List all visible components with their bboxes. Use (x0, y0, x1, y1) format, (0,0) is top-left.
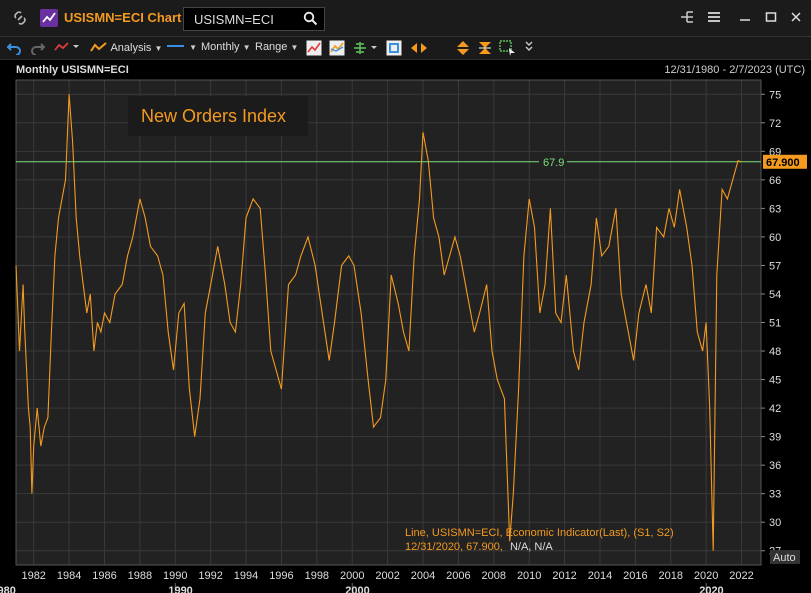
y-tick-label: 51 (769, 318, 781, 330)
search-input[interactable]: USISMN=ECI (194, 12, 274, 27)
search-box[interactable]: USISMN=ECI (183, 7, 325, 31)
x-axis-decade-labels: 1980 1990 2000 2020 (0, 583, 724, 593)
y-tick-label: 45 (769, 375, 781, 387)
x-tick-label: 1998 (305, 570, 329, 582)
y-tick-label: 39 (769, 432, 781, 444)
window-title: USISMN=ECI Chart (64, 10, 182, 25)
interval-dropdown[interactable]: Monthly ▼ (201, 41, 251, 53)
decade-label: 1980 (0, 585, 16, 593)
x-tick-label: 2002 (375, 570, 399, 582)
decade-label: 1990 (168, 585, 192, 593)
search-icon[interactable] (303, 11, 318, 31)
x-tick-label: 2008 (482, 570, 506, 582)
y-tick-label: 36 (769, 460, 781, 472)
x-tick-label: 2004 (411, 570, 435, 582)
line-tool-dropdown[interactable]: ▼ (166, 41, 197, 54)
chart-title: New Orders Index (141, 106, 286, 126)
decade-label: 2000 (345, 585, 369, 593)
chart-svg[interactable]: 67.9 New Orders Index 273033363942454851… (0, 60, 811, 593)
decade-label: 2020 (699, 585, 723, 593)
y-tick-label: 57 (769, 260, 781, 272)
chevron-down-icon: ▼ (290, 43, 299, 52)
more-options-icon[interactable] (524, 39, 534, 56)
minimize-icon[interactable] (738, 9, 752, 28)
y-tick-label: 66 (769, 175, 781, 187)
redo-icon[interactable] (30, 41, 46, 58)
chevron-down-icon: ▼ (189, 43, 197, 52)
auto-scale-label: Auto (773, 552, 796, 564)
data-window-icon[interactable] (386, 40, 402, 59)
analysis-label: Analysis (110, 42, 152, 54)
x-tick-label: 2012 (552, 570, 576, 582)
scroll-left-right-icon[interactable] (410, 40, 428, 59)
legend-na: N/A, N/A (510, 541, 553, 553)
y-tick-label: 54 (769, 289, 781, 301)
chart-type-icon[interactable] (306, 40, 322, 59)
tree-icon[interactable] (679, 9, 695, 28)
x-tick-label: 2014 (588, 570, 612, 582)
y-tick-label: 63 (769, 203, 781, 215)
overlay-icon[interactable] (329, 40, 345, 59)
y-tick-label: 30 (769, 517, 781, 529)
range-dropdown[interactable]: Range ▼ (255, 41, 298, 53)
reference-line-label: 67.9 (543, 157, 564, 169)
x-tick-label: 1990 (163, 570, 187, 582)
line-style-icon[interactable] (54, 41, 80, 56)
x-tick-label: 2000 (340, 570, 364, 582)
legend-values: 12/31/2020, 67.900, (405, 541, 503, 553)
x-tick-label: 1982 (21, 570, 45, 582)
maximize-icon[interactable] (764, 9, 778, 28)
x-tick-label: 1988 (128, 570, 152, 582)
x-tick-label: 2016 (623, 570, 647, 582)
undo-icon[interactable] (6, 41, 22, 58)
x-tick-label: 2020 (694, 570, 718, 582)
y-tick-label: 75 (769, 89, 781, 101)
x-tick-label: 2022 (729, 570, 753, 582)
link-icon[interactable] (12, 10, 28, 26)
x-tick-label: 1986 (92, 570, 116, 582)
chart-app-icon (40, 9, 58, 27)
zoom-fit-icon[interactable] (477, 40, 493, 59)
chart-area: Monthly USISMN=ECI 12/31/1980 - 2/7/2023… (0, 60, 811, 593)
y-tick-label: 48 (769, 346, 781, 358)
y-tick-label: 72 (769, 118, 781, 130)
x-tick-label: 1992 (198, 570, 222, 582)
interval-label: Monthly (201, 41, 240, 53)
zoom-vertical-icon[interactable] (455, 40, 471, 59)
x-tick-label: 1994 (234, 570, 258, 582)
close-icon[interactable] (789, 9, 803, 28)
analysis-dropdown[interactable]: Analysis ▼ (90, 41, 162, 56)
x-tick-label: 2006 (446, 570, 470, 582)
chart-toolbar: Analysis ▼ ▼ Monthly ▼ Range ▼ (0, 37, 811, 60)
x-tick-label: 1984 (57, 570, 81, 582)
x-tick-label: 1996 (269, 570, 293, 582)
x-tick-label: 2018 (659, 570, 683, 582)
y-tick-label: 42 (769, 403, 781, 415)
select-tool-icon[interactable] (499, 40, 517, 59)
legend-line-2: 12/31/2020, 67.900, N/A, N/A (405, 541, 553, 553)
range-label: Range (255, 41, 288, 53)
y-tick-label: 33 (769, 489, 781, 501)
chevron-down-icon: ▼ (154, 44, 163, 53)
crosshair-icon[interactable] (352, 40, 378, 59)
menu-icon[interactable] (706, 9, 722, 28)
x-axis-ticks: 1982 1984 1986 1988 1990 1992 1994 1996 1998 2000… (21, 570, 753, 582)
title-bar: USISMN=ECI Chart USISMN=ECI (0, 0, 811, 37)
legend-line-1: Line, USISMN=ECI, Economic Indicator(Las… (405, 527, 674, 539)
y-tick-label: 60 (769, 232, 781, 244)
x-tick-label: 2010 (517, 570, 541, 582)
chevron-down-icon: ▼ (242, 43, 251, 52)
last-value-label: 67.900 (766, 157, 800, 169)
